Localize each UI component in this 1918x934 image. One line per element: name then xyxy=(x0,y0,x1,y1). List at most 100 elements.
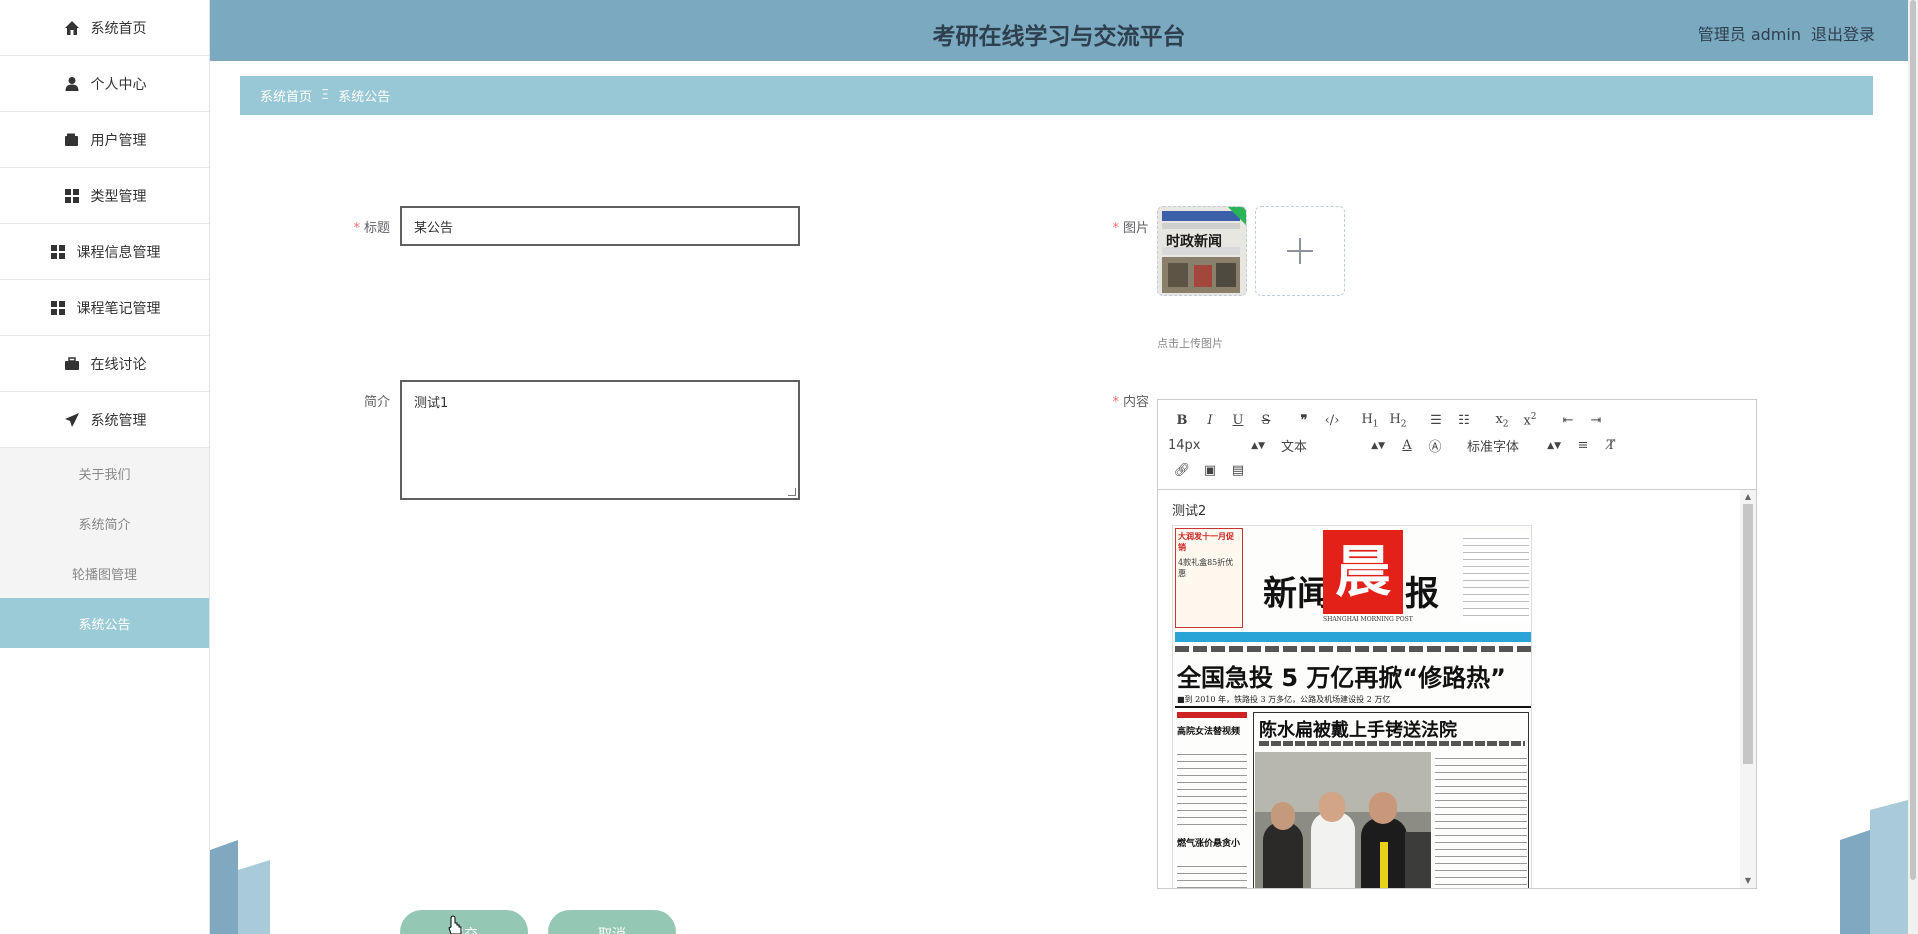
breadcrumb-separator: Ξ xyxy=(321,88,330,103)
user-icon xyxy=(63,75,81,93)
date-column xyxy=(1463,532,1529,622)
content-label: * 内容 xyxy=(1112,395,1149,410)
title-input[interactable]: 某公告 xyxy=(400,206,800,246)
grid-icon xyxy=(49,243,67,261)
header-2-icon[interactable]: H2 xyxy=(1384,412,1412,430)
strike-icon[interactable]: S xyxy=(1252,413,1280,428)
sidebar-item-label: 类型管理 xyxy=(90,188,147,205)
sidebar-item-types[interactable]: 类型管理 xyxy=(0,168,209,224)
header-1-icon[interactable]: H1 xyxy=(1356,412,1384,430)
newspaper-thumbnail-icon xyxy=(1158,207,1246,295)
bold-icon[interactable]: B xyxy=(1168,413,1196,428)
align-icon[interactable]: ≡ xyxy=(1569,438,1597,453)
logout-link[interactable]: 退出登录 xyxy=(1811,21,1875,45)
video-icon[interactable]: ▤ xyxy=(1224,463,1252,478)
sidebar-item-label: 课程信息管理 xyxy=(76,244,161,261)
ad-line: 4款礼盒85折优惠 xyxy=(1178,558,1234,578)
bullet-list-icon[interactable]: ☷ xyxy=(1450,413,1478,428)
sidebar-item-notes[interactable]: 课程笔记管理 xyxy=(0,280,209,336)
code-block-icon[interactable]: ‹/› xyxy=(1318,413,1346,428)
editor-scrollbar-thumb[interactable] xyxy=(1743,504,1753,764)
story-text xyxy=(1435,752,1527,888)
italic-icon[interactable]: I xyxy=(1196,413,1224,428)
sidebar: 系统首页 个人中心 用户管理 类型管理 课程信息管理 课程笔记管理 在线讨论 系… xyxy=(0,0,210,934)
sidebar-subitem-about[interactable]: 关于我们 xyxy=(0,448,209,498)
sidebar-item-profile[interactable]: 个人中心 xyxy=(0,56,209,112)
link-icon[interactable]: 🔗︎ xyxy=(1168,463,1196,478)
submit-button[interactable]: 提交 xyxy=(400,910,528,934)
font-size-select[interactable]: 14px ▲▼ xyxy=(1168,438,1273,453)
editor-scrollbar[interactable]: ▲ ▼ xyxy=(1740,490,1756,888)
blue-band xyxy=(1175,632,1531,642)
editor-content[interactable]: 测试2 大润发十一月促销 4款礼盒85折优惠 新闻 晨 报 SHANGHAI M… xyxy=(1158,490,1756,888)
sidebar-item-label: 系统管理 xyxy=(90,412,147,429)
masthead-en: SHANGHAI MORNING POST xyxy=(1323,616,1413,623)
font-family-select[interactable]: 标准字体 ▲▼ xyxy=(1459,436,1569,455)
upload-hint: 点击上传图片 xyxy=(1157,337,1223,350)
sidebar-item-label: 个人中心 xyxy=(90,76,147,93)
thumbnail-text: 时政新闻 xyxy=(1166,234,1222,250)
user-area: 管理员 admin 退出登录 xyxy=(1698,21,1875,45)
grid-icon xyxy=(49,299,67,317)
ad-title: 大润发十一月促销 xyxy=(1178,531,1234,552)
decorative-shape-left xyxy=(210,840,270,934)
wallet-icon xyxy=(63,131,81,149)
left-col-tag xyxy=(1177,712,1247,718)
plus-icon xyxy=(1287,238,1313,264)
left-col-text-2 xyxy=(1177,860,1247,888)
page-scrollbar[interactable] xyxy=(1908,0,1918,934)
home-icon xyxy=(63,19,81,37)
superscript-icon[interactable]: x2 xyxy=(1516,412,1544,428)
scroll-up-icon[interactable]: ▲ xyxy=(1740,490,1756,504)
image-label: * 图片 xyxy=(1112,221,1149,236)
story-sub xyxy=(1259,741,1525,746)
decorative-shape-right xyxy=(1840,800,1908,934)
user-label: 管理员 admin xyxy=(1697,25,1801,44)
page-scrollbar-thumb[interactable] xyxy=(1910,0,1916,880)
editor-toolbar: B I U S ❞ ‹/› H1 H2 ☰ ☷ x2 x2 ⇤ ⇥ 14px ▲▼… xyxy=(1158,400,1756,490)
breadcrumb: 系统首页 Ξ 系统公告 xyxy=(240,76,1873,115)
select-arrows-icon: ▲▼ xyxy=(1251,440,1265,451)
sidebar-item-courses[interactable]: 课程信息管理 xyxy=(0,224,209,280)
headline: 全国急投 5 万亿再掀“修路热” xyxy=(1177,664,1506,692)
editor-text: 测试2 xyxy=(1172,504,1207,519)
cancel-button[interactable]: 取消 xyxy=(548,910,676,934)
rich-text-editor[interactable]: B I U S ❞ ‹/› H1 H2 ☰ ☷ x2 x2 ⇤ ⇥ 14px ▲▼… xyxy=(1157,399,1757,889)
sidebar-item-label: 用户管理 xyxy=(90,132,147,149)
summary-textarea[interactable]: 测试1 xyxy=(400,380,800,500)
sidebar-item-users[interactable]: 用户管理 xyxy=(0,112,209,168)
clear-format-icon[interactable]: T̸ xyxy=(1597,438,1625,453)
scroll-down-icon[interactable]: ▼ xyxy=(1740,874,1756,888)
hand-cursor-icon xyxy=(448,915,462,934)
select-arrows-icon: ▲▼ xyxy=(1547,440,1561,451)
title-label: * 标题 xyxy=(353,221,390,236)
sidebar-item-label: 在线讨论 xyxy=(90,356,147,373)
blockquote-icon[interactable]: ❞ xyxy=(1290,413,1318,428)
sidebar-subitem-intro[interactable]: 系统简介 xyxy=(0,498,209,548)
subscript-icon[interactable]: x2 xyxy=(1488,412,1516,430)
ordered-list-icon[interactable]: ☰ xyxy=(1422,413,1450,428)
side-title-2: 燃气涨价悬贪小 xyxy=(1177,839,1241,849)
paragraph-select[interactable]: 文本 ▲▼ xyxy=(1273,436,1393,455)
outdent-icon[interactable]: ⇤ xyxy=(1554,413,1582,428)
sidebar-subitem-notice[interactable]: 系统公告 xyxy=(0,598,209,648)
subhead: ■到 2010 年，铁路投 3 万多亿，公路及机场建设投 2 万亿 xyxy=(1177,695,1391,704)
resize-grip-icon[interactable] xyxy=(788,488,796,496)
left-col-text xyxy=(1177,748,1247,828)
side-title-1: 高院女法替视频 xyxy=(1177,727,1241,737)
sidebar-item-home[interactable]: 系统首页 xyxy=(0,0,209,56)
indent-icon[interactable]: ⇥ xyxy=(1582,413,1610,428)
upload-image-button[interactable] xyxy=(1255,206,1345,296)
sidebar-item-system[interactable]: 系统管理 xyxy=(0,392,209,448)
sidebar-subitem-carousel[interactable]: 轮播图管理 xyxy=(0,548,209,598)
image-icon[interactable]: ▣ xyxy=(1196,463,1224,478)
sidebar-item-discussion[interactable]: 在线讨论 xyxy=(0,336,209,392)
grid-icon xyxy=(63,187,81,205)
breadcrumb-home[interactable]: 系统首页 xyxy=(260,86,312,105)
font-color-icon[interactable]: A xyxy=(1393,438,1421,453)
briefcase-icon xyxy=(63,355,81,373)
underline-icon[interactable]: U xyxy=(1224,413,1252,428)
uploaded-image-thumbnail[interactable]: 时政新闻 xyxy=(1157,206,1247,296)
paper-plane-icon xyxy=(63,411,81,429)
background-color-icon[interactable]: Ⓐ xyxy=(1421,436,1449,455)
